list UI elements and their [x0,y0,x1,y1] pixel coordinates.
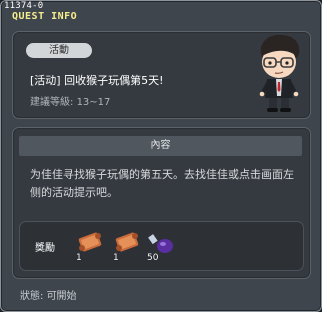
reward-item[interactable]: 50 [146,227,176,263]
quest-summary-panel: 活動 [活动] 回收猴子玩偶第5天! 建議等級: 13~17 [12,31,311,119]
reward-count: 1 [76,253,82,263]
content-header: 內容 [19,136,302,156]
window-title: QUEST INFO [12,11,78,22]
quest-name: [活动] 回收猴子玩偶第5天! [30,74,164,87]
npc-avatar [259,34,300,112]
recommended-level: 建議等級: 13~17 [30,93,110,108]
reward-count: 50 [147,253,159,263]
quest-description: 为佳佳寻找猴子玩偶的第五天。去找佳佳或点击画面左侧的活动提示吧。 [30,168,294,199]
quest-info-window: 11374-0 QUEST INFO 活動 [活动] 回收猴子玩偶第5天! 建議… [0,0,322,312]
quest-status: 狀態: 可開始 [20,287,77,302]
quest-id: 11374-0 [4,1,44,11]
level-range: 13~17 [76,97,111,108]
reward-count: 1 [113,253,119,263]
quest-content-panel: 內容 为佳佳寻找猴子玩偶的第五天。去找佳佳或点击画面左侧的活动提示吧。 獎勵 1 [12,127,311,279]
reward-item[interactable]: 1 [75,227,105,263]
level-label: 建議等級: [30,97,74,108]
reward-section: 獎勵 1 1 50 [19,221,304,271]
status-label: 狀態: [20,291,44,302]
status-value: 可開始 [46,291,77,302]
reward-label: 獎勵 [35,243,55,254]
reward-item[interactable]: 1 [112,227,142,263]
quest-type-badge: 活動 [26,43,92,58]
